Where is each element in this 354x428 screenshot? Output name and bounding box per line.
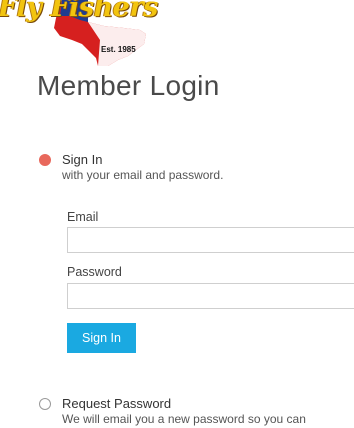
sign-in-option-description: with your email and password. (62, 168, 224, 182)
club-logo[interactable]: Fly Fishers Est. 1985 (0, 0, 170, 66)
request-password-radio[interactable] (39, 398, 51, 410)
request-password-option-title: Request Password (62, 396, 172, 411)
page-title: Member Login (37, 70, 220, 101)
password-label: Password (67, 265, 122, 279)
email-field[interactable] (67, 227, 354, 253)
logo-established: Est. 1985 (101, 45, 136, 54)
email-label: Email (67, 210, 99, 224)
request-password-option-description: We will email you a new password so you … (62, 412, 306, 426)
sign-in-option-title: Sign In (62, 152, 103, 167)
password-field[interactable] (67, 283, 354, 309)
sign-in-radio[interactable] (39, 154, 51, 166)
sign-in-button[interactable]: Sign In (67, 323, 136, 353)
logo-wordmark: Fly Fishers (0, 0, 158, 23)
login-page: Fly Fishers Est. 1985 Member Login Sign … (0, 0, 354, 428)
